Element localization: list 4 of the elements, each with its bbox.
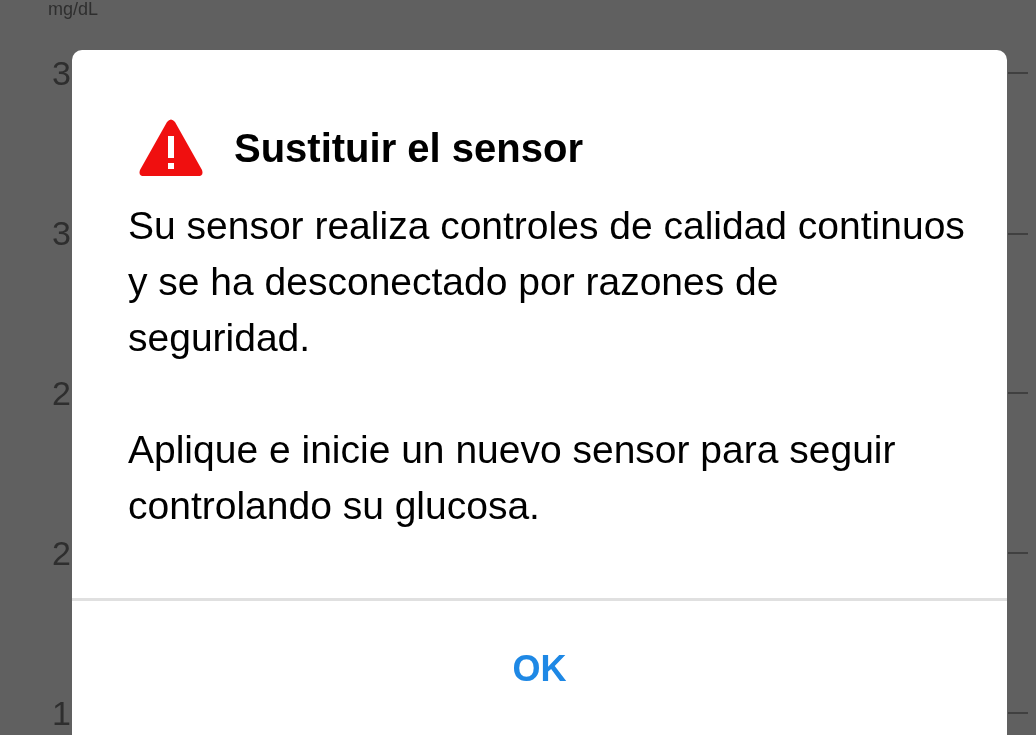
dialog-message: Su sensor realiza controles de calidad continuos y se ha desconectado por razones de seguridad.	[128, 203, 966, 361]
dialog-title: Sustituir el sensor	[234, 125, 583, 172]
warning-icon	[138, 118, 204, 178]
dialog-message: Aplique e inicie un nuevo sensor para seguir controlando su glucosa.	[128, 427, 897, 529]
